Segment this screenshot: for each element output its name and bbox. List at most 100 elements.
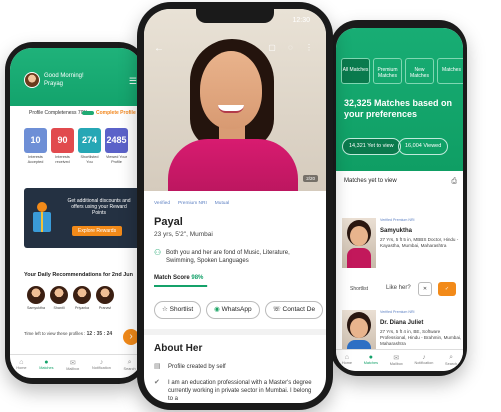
nav-label: Home: [341, 361, 352, 365]
contact-details-button[interactable]: ☏ Contact De: [264, 301, 324, 319]
tab-all-matches[interactable]: All Matches: [341, 58, 370, 84]
nav-label: Mailbox: [66, 367, 80, 371]
stat-label: Interests Accepted: [27, 155, 44, 164]
profile-actions: ☆ Shortlist ◉ WhatsApp ☏ Contact De: [154, 301, 324, 319]
nav-matches[interactable]: ● Matches: [39, 359, 53, 378]
nav-label: Search: [123, 367, 136, 371]
greeting-block: Good Morning! Prayag: [44, 72, 84, 88]
reco-profile[interactable]: Pranavi: [96, 286, 114, 310]
nav-matches[interactable]: ● Matches: [364, 354, 378, 371]
nav-label: Notification: [92, 366, 111, 370]
nav-search[interactable]: ⌕ Search: [124, 359, 136, 378]
profile-completeness-label: Profile Completeness: [29, 110, 77, 116]
bottom-nav: ⌂ Home ● Matches ✉ Mailbox ♪ Notification ⌕ S…: [336, 349, 463, 371]
search-icon: ⌕: [449, 354, 454, 361]
decline-button[interactable]: ✕: [418, 282, 432, 296]
whatsapp-label: WhatsApp: [221, 306, 252, 313]
tab-more-matches[interactable]: Matches: [437, 58, 463, 84]
back-arrow-icon[interactable]: ←: [154, 43, 164, 54]
stat-value: 2485: [105, 128, 128, 153]
nav-home[interactable]: ⌂ Home: [342, 354, 352, 371]
match-card[interactable]: Verified Premium NRI Samyuktha 27 Yrs, 5…: [342, 218, 463, 300]
common-interests-text: Both you and her are fond of Music, Lite…: [166, 250, 290, 264]
stat-label: Shortlisted You: [80, 155, 99, 164]
status-time: 12:30: [292, 17, 310, 24]
avatar[interactable]: [24, 72, 40, 88]
greeting-text: Good Morning!: [44, 73, 84, 79]
nav-notification[interactable]: ♪ Notification: [415, 354, 434, 371]
match-actions: Shortlist Like her? ✕ ✓: [342, 282, 463, 296]
profile-completeness-row: Profile Completeness 70% Complete Profil…: [10, 106, 142, 120]
stat-label: Interests received: [55, 155, 70, 164]
menu-icon[interactable]: ☰: [129, 76, 137, 87]
nav-mailbox[interactable]: ✉ Mailbox: [66, 359, 79, 378]
nav-notification[interactable]: ♪ Notification: [92, 359, 111, 378]
reco-profile[interactable]: Shantli: [50, 286, 68, 310]
reco-photo: [96, 286, 114, 304]
user-name: Prayag: [44, 81, 64, 87]
complete-profile-link[interactable]: Complete Profile: [96, 110, 136, 116]
bell-icon: ♪: [422, 354, 426, 361]
match-name: Samyuktha: [380, 228, 413, 234]
shortlist-button[interactable]: ☆ Shortlist: [154, 301, 202, 319]
toolbar-actions-icon[interactable]: ▢ ◌ ⋮: [268, 43, 318, 52]
yet-to-view-pill[interactable]: 14,321 Yet to view: [342, 138, 401, 155]
search-icon: ⌕: [127, 359, 132, 366]
people-icon: ●: [368, 354, 373, 361]
bell-icon: ♪: [99, 359, 104, 366]
right-phone-screen: All Matches Premium Matches New Matches …: [336, 28, 463, 371]
reco-profile[interactable]: Samyuktha: [27, 286, 45, 310]
stat-viewed-profile[interactable]: 2485 Viewed Your Profile: [105, 128, 128, 165]
tab-new-matches[interactable]: New Matches: [405, 58, 434, 84]
profile-photo[interactable]: [144, 9, 326, 191]
mutual-badge: Mutual: [214, 201, 230, 206]
reco-photo: [50, 286, 68, 304]
list-title: Matches yet to view: [344, 178, 397, 184]
nav-search[interactable]: ⌕ Search: [445, 354, 457, 371]
center-phone: 12:30 ← ▢ ◌ ⋮ 2/20 Verified Premium NRI …: [137, 2, 333, 410]
check-doc-icon: ✔: [154, 379, 160, 386]
status-bar: 12:30: [144, 9, 326, 27]
contact-label: Contact De: [282, 306, 316, 313]
nav-label: Matches: [39, 366, 54, 370]
recommendations-list: Samyuktha Shantli Priyanka Pranavi: [27, 286, 114, 310]
reco-photo: [27, 286, 45, 304]
profile-age-height-city: 23 yrs, 5'2", Mumbai: [154, 231, 213, 238]
match-photo[interactable]: [342, 218, 376, 268]
filter-icon[interactable]: ⎙: [451, 178, 457, 186]
whatsapp-icon: ◉: [214, 306, 220, 313]
whatsapp-button[interactable]: ◉ WhatsApp: [206, 301, 260, 319]
match-details: 27 Yrs, 5 ft 4 in, BE, Software Professi…: [380, 329, 462, 346]
gift-icon: [33, 202, 51, 232]
section-divider: [144, 329, 326, 335]
time-left-label: Time left to view these profiles :: [24, 331, 86, 336]
bottom-nav: ⌂ Home ● Matches ✉ Mailbox ♪ Notification ⌕ S…: [10, 354, 142, 378]
verified-badge: Verified: [154, 201, 170, 206]
match-score-bar: [154, 285, 208, 287]
nav-home[interactable]: ⌂ Home: [16, 359, 26, 378]
match-score-value: 98%: [191, 275, 204, 281]
nav-label: Mailbox: [389, 362, 403, 366]
right-phone: All Matches Premium Matches New Matches …: [330, 20, 467, 376]
nav-mailbox[interactable]: ✉ Mailbox: [390, 354, 403, 371]
reco-name: Shantli: [53, 306, 65, 310]
stat-shortlisted-you[interactable]: 274 Shortlisted You: [78, 128, 101, 165]
reco-profile[interactable]: Priyanka: [73, 286, 91, 310]
stat-interests-accepted[interactable]: 10 Interests Accepted: [24, 128, 47, 165]
explore-rewards-button[interactable]: Explore Rewards: [72, 226, 123, 236]
tab-premium-matches[interactable]: Premium Matches: [373, 58, 402, 84]
time-left-value: 12 : 35 : 24: [86, 331, 113, 337]
common-interests: ⚇ Both you and her are fond of Music, Li…: [154, 249, 320, 265]
stat-interests-received[interactable]: 90 Interests received: [51, 128, 74, 165]
viewed-pill[interactable]: 16,004 Viewed: [398, 138, 449, 155]
shortlist-button[interactable]: Shortlist: [350, 286, 368, 292]
match-details: 27 Yrs, 5 ft 5 in, MBBS Doctor, Hindu - …: [380, 237, 459, 248]
notch: [196, 9, 274, 23]
about-text: I am an education professional with a Ma…: [168, 380, 312, 402]
interests-icon: ⚇: [154, 248, 162, 257]
match-score: Match Score 98%: [154, 275, 203, 281]
nav-label: Notification: [414, 361, 434, 365]
match-badges: Verified Premium NRI: [380, 218, 415, 222]
reco-name: Samyuktha: [27, 306, 45, 310]
accept-button[interactable]: ✓: [438, 282, 456, 296]
